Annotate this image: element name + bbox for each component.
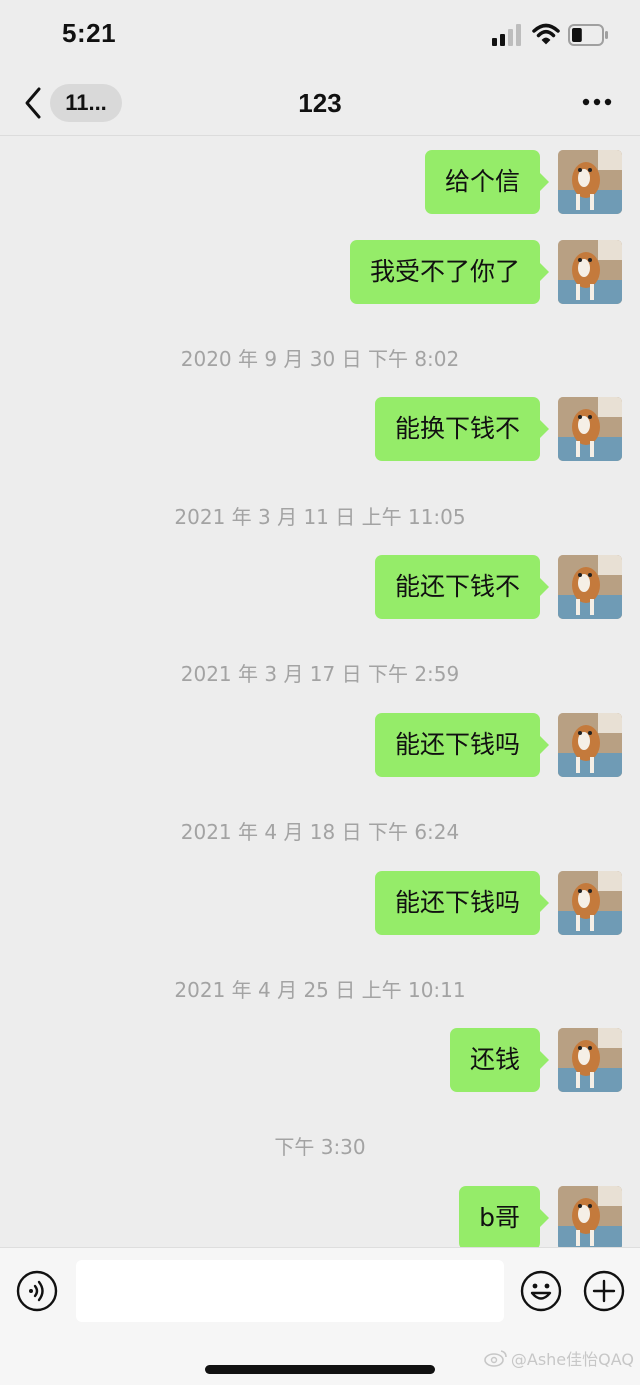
message-bubble[interactable]: 能还下钱吗 <box>374 713 550 777</box>
emoji-icon[interactable] <box>520 1270 562 1312</box>
message-row: 我受不了你了 <box>349 240 622 304</box>
avatar[interactable] <box>558 1028 622 1092</box>
dog-avatar-image <box>558 1186 622 1247</box>
avatar[interactable] <box>558 871 622 935</box>
timestamp: 2021 年 3 月 11 日 上午 11:05 <box>174 505 466 529</box>
dog-avatar-image <box>558 240 622 304</box>
message-row: 能还下钱不 <box>374 555 622 619</box>
dog-avatar-image <box>558 555 622 619</box>
message-bubble[interactable]: 还钱 <box>449 1028 550 1092</box>
timestamp: 2021 年 3 月 17 日 下午 2:59 <box>180 662 460 686</box>
message-row: 给个信 <box>424 150 622 214</box>
voice-icon[interactable] <box>16 1270 58 1312</box>
avatar[interactable] <box>558 1186 622 1247</box>
message-bubble[interactable]: 给个信 <box>424 150 550 214</box>
plus-icon[interactable] <box>583 1270 625 1312</box>
timestamp: 2021 年 4 月 25 日 上午 10:11 <box>174 978 466 1002</box>
nav-bar: 11... 123 <box>0 70 640 136</box>
dog-avatar-image <box>558 397 622 461</box>
home-indicator[interactable] <box>205 1365 435 1374</box>
message-row: 还钱 <box>449 1028 622 1092</box>
message-bubble[interactable]: 能还下钱不 <box>374 555 550 619</box>
signal-icon <box>492 24 521 46</box>
timestamp: 2020 年 9 月 30 日 下午 8:02 <box>180 347 460 371</box>
message-bubble[interactable]: 我受不了你了 <box>349 240 550 304</box>
message-bubble[interactable]: 能换下钱不 <box>374 397 550 461</box>
unread-count-badge[interactable]: 11... <box>50 84 122 122</box>
watermark: @Ashe佳怡QAQ <box>484 1346 634 1370</box>
status-time: 5:21 <box>62 18 117 48</box>
dog-avatar-image <box>558 150 622 214</box>
dog-avatar-image <box>558 871 622 935</box>
message-bubble[interactable]: 能还下钱吗 <box>374 871 550 935</box>
watermark-text: @Ashe佳怡QAQ <box>510 1350 634 1369</box>
chat-area[interactable]: 给个信 我受不了你了 2020 年 9 月 30 日 下午 8:02 能换下钱不… <box>0 137 640 1247</box>
input-bar: @Ashe佳怡QAQ <box>0 1247 640 1385</box>
battery-icon <box>568 24 608 46</box>
message-row: b哥 <box>459 1186 622 1247</box>
message-row: 能还下钱吗 <box>374 871 622 935</box>
timestamp: 下午 3:30 <box>274 1135 366 1159</box>
message-row: 能换下钱不 <box>374 397 622 461</box>
back-icon[interactable] <box>22 86 44 120</box>
message-row: 能还下钱吗 <box>374 713 622 777</box>
chat-title: 123 <box>298 88 342 118</box>
weibo-icon <box>484 1350 507 1367</box>
status-bar: 5:21 <box>0 0 640 70</box>
avatar[interactable] <box>558 150 622 214</box>
message-bubble[interactable]: b哥 <box>459 1186 549 1247</box>
wifi-icon <box>532 23 560 45</box>
dog-avatar-image <box>558 713 622 777</box>
message-input[interactable] <box>76 1260 504 1322</box>
more-icon[interactable] <box>582 98 612 106</box>
avatar[interactable] <box>558 240 622 304</box>
avatar[interactable] <box>558 555 622 619</box>
avatar[interactable] <box>558 713 622 777</box>
dog-avatar-image <box>558 1028 622 1092</box>
timestamp: 2021 年 4 月 18 日 下午 6:24 <box>180 820 460 844</box>
avatar[interactable] <box>558 397 622 461</box>
